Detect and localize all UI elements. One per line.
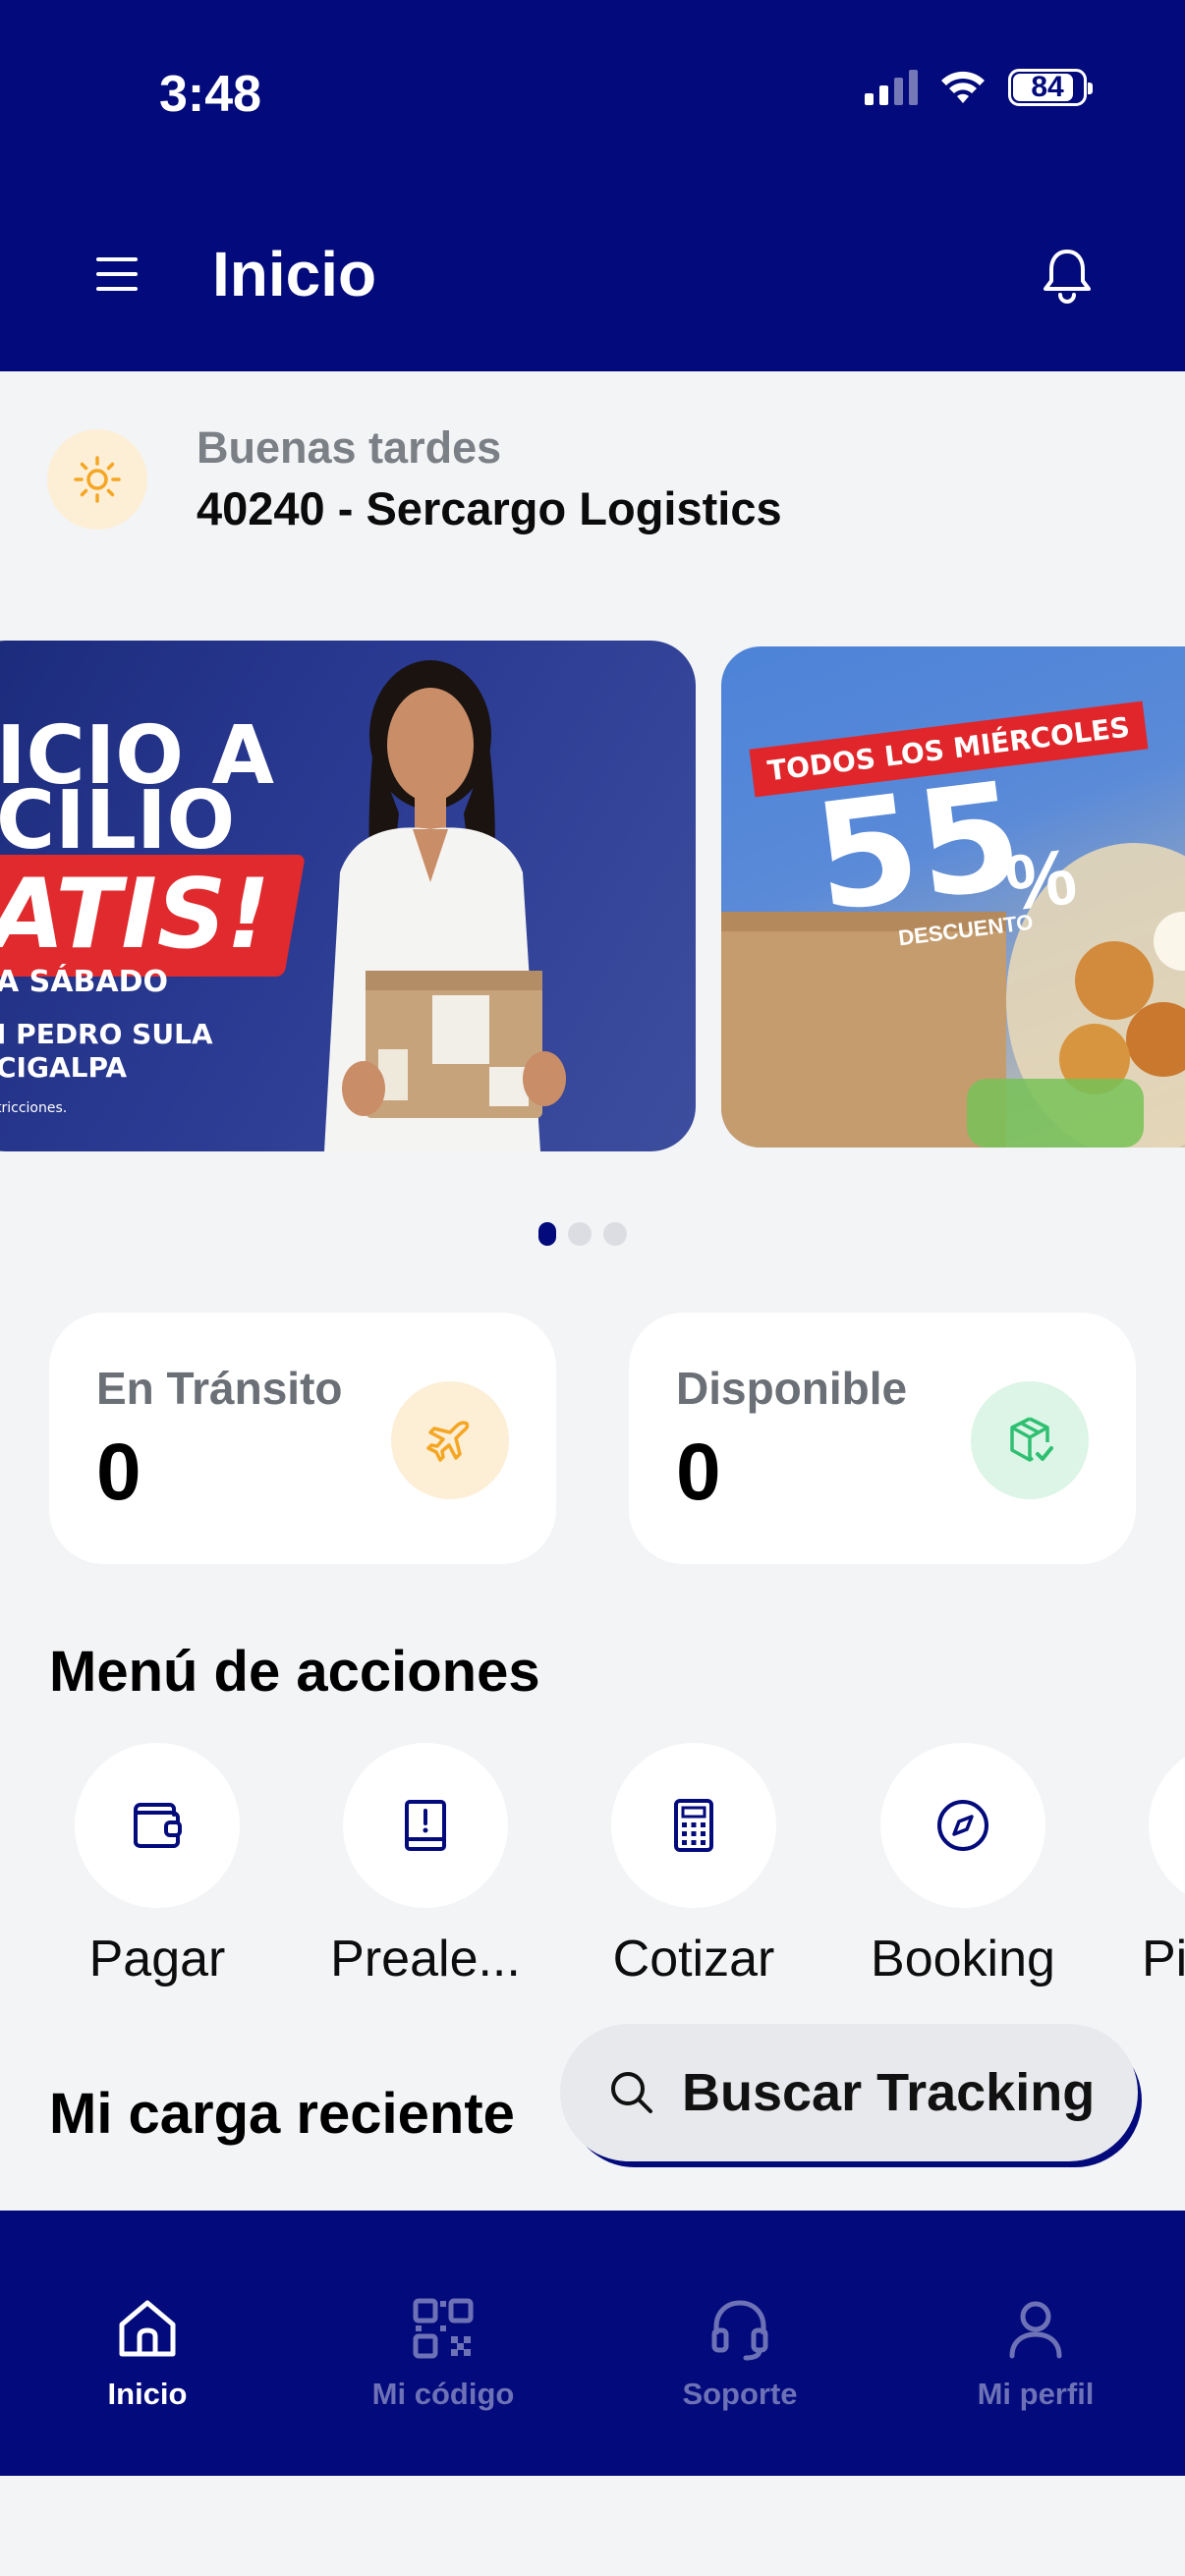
- stat-card-available[interactable]: Disponible 0: [629, 1313, 1136, 1564]
- greeting-salutation: Buenas tardes: [197, 422, 502, 473]
- search-icon: [611, 2072, 652, 2113]
- nav-label: Soporte: [682, 2377, 798, 2411]
- banner-line: ATIS!: [0, 859, 271, 971]
- action-prealert[interactable]: Preale...: [303, 1743, 548, 1988]
- banner-line: A SÁBADO: [0, 965, 168, 999]
- carousel-dot-active[interactable]: [538, 1222, 556, 1246]
- action-label: Pagar: [88, 1931, 226, 1988]
- compass-icon: [880, 1743, 1045, 1908]
- headset-icon: [711, 2300, 768, 2361]
- woman-holding-box-illustration: [324, 660, 566, 1151]
- greeting: Buenas tardes 40240 - Sercargo Logistics: [47, 422, 782, 535]
- banner-line: I PEDRO SULA: [0, 1018, 213, 1050]
- qr-code-icon: [413, 2298, 474, 2359]
- book-alert-icon: [343, 1743, 508, 1908]
- banner-line: tricciones.: [0, 1100, 68, 1116]
- carousel-dot[interactable]: [603, 1222, 627, 1246]
- status-icons: 84: [865, 69, 1093, 106]
- user-icon: [1009, 2301, 1062, 2359]
- hamburger-icon[interactable]: [96, 257, 138, 295]
- nav-label: Mi perfil: [977, 2377, 1095, 2411]
- action-quote[interactable]: Cotizar: [571, 1743, 817, 1988]
- banner-line: CILIO: [0, 774, 236, 868]
- recent-cargo-title: Mi carga reciente: [49, 2082, 515, 2146]
- account-name: 40240 - Sercargo Logistics: [197, 482, 782, 534]
- actions-menu: Pagar Preale... Cotizar Booking Pi: [0, 1743, 1185, 1998]
- action-label: Booking: [871, 1931, 1055, 1988]
- battery-icon: 84: [1008, 69, 1093, 106]
- action-booking[interactable]: Booking: [840, 1743, 1086, 1988]
- stat-label: En Tránsito: [96, 1363, 343, 1414]
- package-check-icon: [971, 1381, 1089, 1499]
- stat-value: 0: [676, 1428, 721, 1517]
- action-partial[interactable]: Pi: [1108, 1743, 1185, 1988]
- nav-item-home[interactable]: Inicio: [39, 2293, 255, 2412]
- search-label: Buscar Tracking: [682, 2063, 1096, 2122]
- carousel-pagination: [538, 1222, 627, 1246]
- nav-item-my-code[interactable]: Mi código: [335, 2293, 551, 2412]
- promo-banner-wednesday-discount[interactable]: TODOS LOS MIÉRCOLES 55 % DESCUENTO: [721, 646, 1185, 1148]
- home-icon: [119, 2300, 176, 2357]
- nav-label: Inicio: [107, 2377, 188, 2411]
- nav-label: Mi código: [371, 2377, 515, 2411]
- partial-icon: [1149, 1743, 1185, 1908]
- stat-label: Disponible: [676, 1363, 908, 1414]
- promo-banner-home-delivery[interactable]: ICIO A CILIO ATIS! A SÁBADO I PEDRO SULA…: [0, 641, 696, 1151]
- stat-card-in-transit[interactable]: En Tránsito 0: [49, 1313, 556, 1564]
- airplane-icon: [391, 1381, 509, 1499]
- nav-item-profile[interactable]: Mi perfil: [928, 2293, 1144, 2412]
- page-title: Inicio: [212, 239, 377, 309]
- action-label: Pi: [1142, 1931, 1185, 1988]
- bell-icon[interactable]: [1040, 244, 1095, 307]
- banner-line: CIGALPA: [0, 1051, 128, 1084]
- search-tracking-button[interactable]: Buscar Tracking: [560, 2024, 1138, 2161]
- nav-item-support[interactable]: Soporte: [632, 2293, 848, 2412]
- action-label: Preale...: [330, 1931, 521, 1988]
- action-label: Cotizar: [612, 1931, 775, 1988]
- action-pay[interactable]: Pagar: [34, 1743, 280, 1988]
- sun-icon: [47, 428, 147, 530]
- cellular-signal-icon: [865, 70, 918, 105]
- stat-value: 0: [96, 1428, 141, 1517]
- status-time: 3:48: [159, 66, 262, 123]
- bottom-navigation: Inicio Mi código Soporte Mi perfil: [0, 2211, 1185, 2476]
- carousel-dot[interactable]: [568, 1222, 592, 1246]
- wallet-icon: [75, 1743, 240, 1908]
- battery-level: 84: [1031, 71, 1064, 103]
- promo-carousel[interactable]: ICIO A CILIO ATIS! A SÁBADO I PEDRO SULA…: [0, 641, 1185, 1153]
- wifi-icon: [941, 71, 985, 103]
- calculator-icon: [611, 1743, 776, 1908]
- top-header: 3:48 84 Inicio: [0, 0, 1185, 371]
- actions-section-title: Menú de acciones: [49, 1640, 540, 1704]
